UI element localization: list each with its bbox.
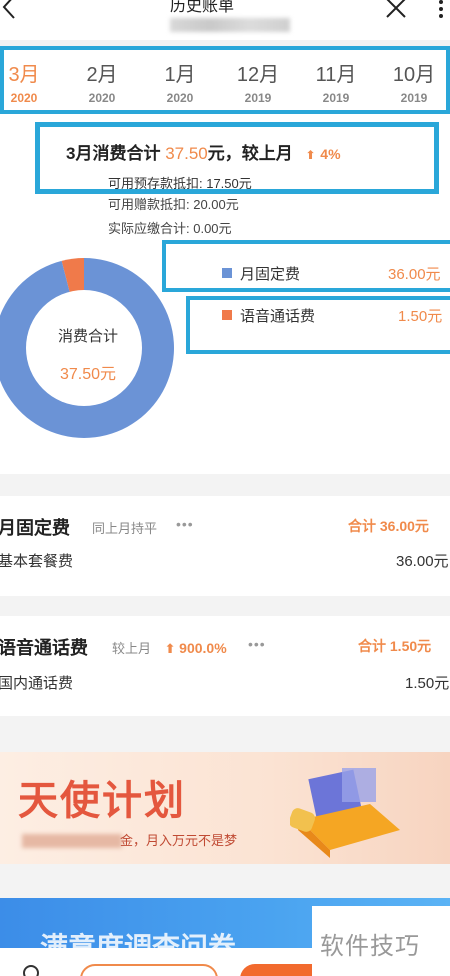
tab-month-oct-2019[interactable]: 10月 2019 — [384, 58, 444, 105]
banner-subtitle: 金，月入万元不是梦 — [120, 833, 238, 848]
legend-name: 月固定费 — [240, 266, 301, 283]
legend-value: 36.00元 — [388, 266, 441, 283]
legend-value: 1.50元 — [398, 308, 443, 325]
tab-month-feb-2020[interactable]: 2月 2020 — [72, 58, 132, 105]
tab-year-label: 2019 — [322, 91, 350, 105]
tab-month-jan-2020[interactable]: 1月 2020 — [150, 58, 210, 105]
tab-year-label: 2020 — [166, 91, 194, 105]
card-compare: 较上月 ⬆ 900.0% — [112, 638, 227, 657]
card-item-value: 36.00元 — [396, 553, 449, 570]
summary-prefix: 3月消费合计 — [66, 144, 161, 163]
card-total: 合计 1.50元 — [358, 638, 432, 654]
tab-year-label: 2019 — [400, 91, 428, 105]
tab-month-dec-2019[interactable]: 12月 2019 — [228, 58, 288, 105]
card-total: 合计 36.00元 — [348, 518, 429, 534]
close-icon — [386, 0, 406, 18]
fee-card-monthly[interactable]: 月固定费 同上月持平 ••• 合计 36.00元 基本套餐费 36.00元 — [0, 496, 450, 596]
top-bar: 历史账单 — [0, 0, 450, 40]
card-item-label: 国内通话费 — [0, 675, 74, 692]
gift-deduction: 可用赠款抵扣: 20.00元 — [108, 197, 239, 212]
card-compare: 同上月持平 — [92, 521, 158, 536]
tab-year-label: 2020 — [10, 91, 38, 105]
tab-month-label: 3月 — [8, 64, 40, 86]
summary-percent: 4% — [320, 146, 341, 162]
tab-month-label: 2月 — [86, 64, 118, 86]
card-item-value: 1.50元 — [405, 675, 450, 692]
more-button[interactable] — [436, 0, 446, 22]
tab-month-label: 12月 — [236, 64, 280, 86]
close-button[interactable] — [384, 0, 408, 20]
donut-value: 37.50元 — [59, 366, 117, 383]
blurred-subtitle — [170, 18, 290, 32]
legend-swatch-blue — [222, 268, 232, 278]
search-icon[interactable] — [22, 964, 42, 976]
card-item-label: 基本套餐费 — [0, 553, 74, 570]
tab-month-mar-2020[interactable]: 3月 2020 — [0, 58, 54, 105]
banner-title: 天使计划 — [18, 778, 186, 824]
legend-item-monthly-fee[interactable]: 月固定费 36.00元 — [162, 240, 450, 292]
tab-year-label: 2020 — [88, 91, 116, 105]
gift-box-icon — [290, 768, 400, 858]
legend-name: 语音通话费 — [240, 308, 316, 325]
watermark-text: 软件技巧 — [320, 933, 420, 960]
back-button[interactable] — [0, 0, 24, 22]
card-compare-text: 较上月 — [112, 641, 152, 656]
summary-suffix: 元，较上月 — [207, 144, 293, 163]
action-button-outline[interactable] — [80, 964, 218, 976]
watermark: 软件技巧 — [312, 906, 450, 976]
promo-banner[interactable]: 天使计划 金，月入万元不是梦 — [0, 752, 450, 864]
tab-year-label: 2019 — [244, 91, 272, 105]
page-title: 历史账单 — [170, 0, 235, 15]
tab-month-label: 11月 — [315, 64, 357, 86]
tab-month-nov-2019[interactable]: 11月 2019 — [306, 58, 366, 105]
donut-label: 消费合计 — [57, 328, 118, 345]
summary-amount: 37.50 — [165, 144, 208, 163]
donut-chart — [0, 258, 174, 438]
arrow-up-icon: ⬆ — [164, 641, 176, 656]
summary-box: 3月消费合计 37.50元，较上月 ⬆ 4% 可用预存款抵扣: 17.50元 — [35, 122, 439, 194]
legend-item-voice-fee[interactable]: 语音通话费 1.50元 — [186, 296, 450, 354]
legend-swatch-orange — [222, 310, 232, 320]
summary-title: 3月消费合计 37.50元，较上月 ⬆ 4% — [66, 139, 341, 164]
month-tabs: 3月 2020 2月 2020 1月 2020 12月 2019 11月 201… — [0, 46, 450, 114]
card-title: 语音通话费 — [0, 638, 88, 658]
card-percent: 900.0% — [179, 640, 227, 656]
fee-card-voice[interactable]: 语音通话费 较上月 ⬆ 900.0% ••• 合计 1.50元 国内通话费 1.… — [0, 616, 450, 716]
arrow-up-icon: ⬆ — [305, 148, 316, 162]
more-dots-icon[interactable]: ••• — [176, 516, 194, 532]
chevron-left-icon — [2, 0, 15, 19]
prepaid-deduction: 可用预存款抵扣: 17.50元 — [108, 176, 252, 191]
actual-due: 实际应缴合计: 0.00元 — [108, 221, 232, 236]
card-title: 月固定费 — [0, 518, 70, 538]
more-vertical-icon — [439, 0, 443, 18]
more-dots-icon[interactable]: ••• — [248, 636, 266, 652]
donut-hole — [26, 290, 142, 406]
tab-month-label: 10月 — [392, 64, 436, 86]
blurred-text — [22, 834, 122, 848]
tab-month-label: 1月 — [164, 64, 196, 86]
